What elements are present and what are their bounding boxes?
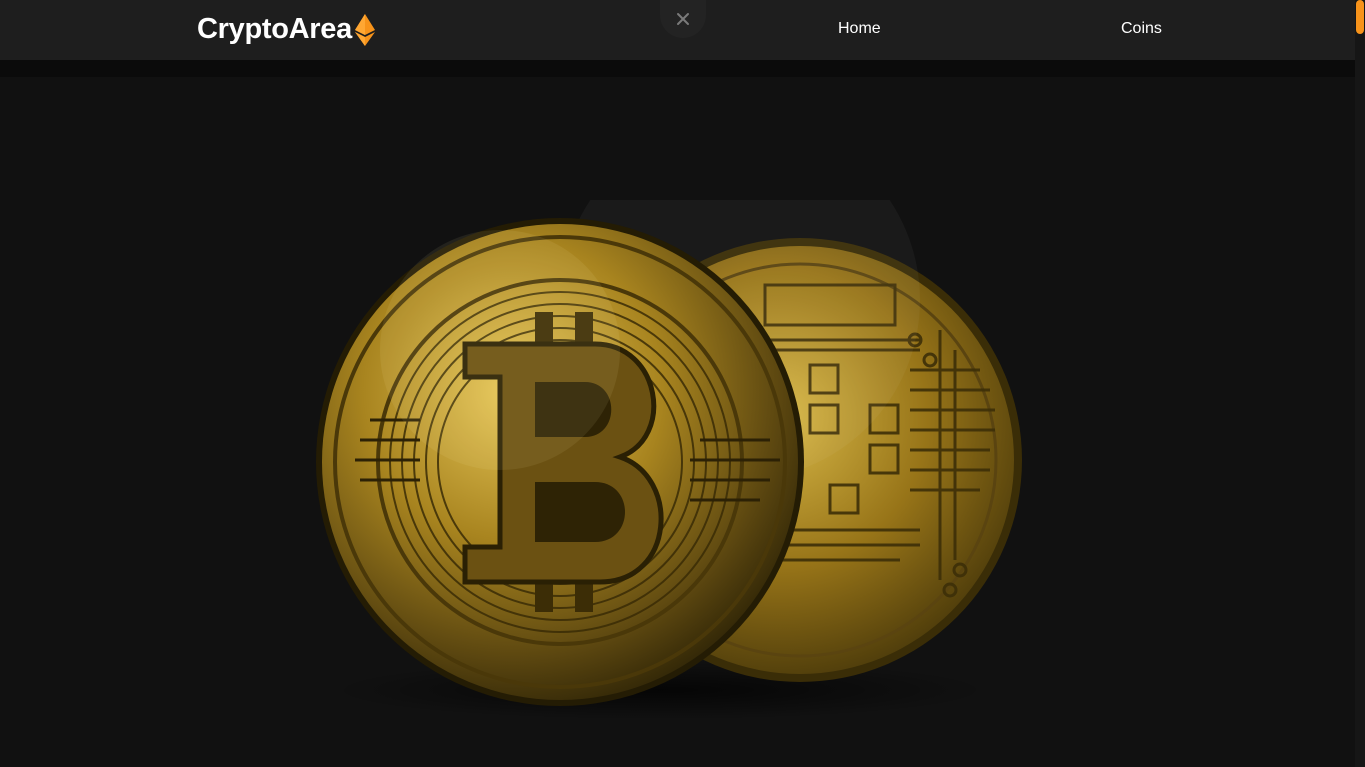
scrollbar-thumb[interactable] — [1356, 0, 1364, 34]
brand-logo[interactable]: CryptoArea — [197, 13, 375, 46]
nav-home-link[interactable]: Home — [838, 20, 881, 38]
bitcoin-coins-image — [316, 200, 1022, 720]
navbar: CryptoArea Home Coins — [0, 0, 1355, 60]
brand-name: CryptoArea — [197, 13, 352, 45]
nav-coins-link[interactable]: Coins — [1121, 20, 1162, 38]
close-button[interactable] — [660, 0, 706, 38]
navbar-shadow-strip — [0, 60, 1355, 77]
close-icon — [677, 13, 689, 25]
scrollbar[interactable] — [1355, 0, 1365, 767]
ethereum-diamond-icon — [354, 13, 375, 46]
front-coin — [316, 218, 804, 706]
